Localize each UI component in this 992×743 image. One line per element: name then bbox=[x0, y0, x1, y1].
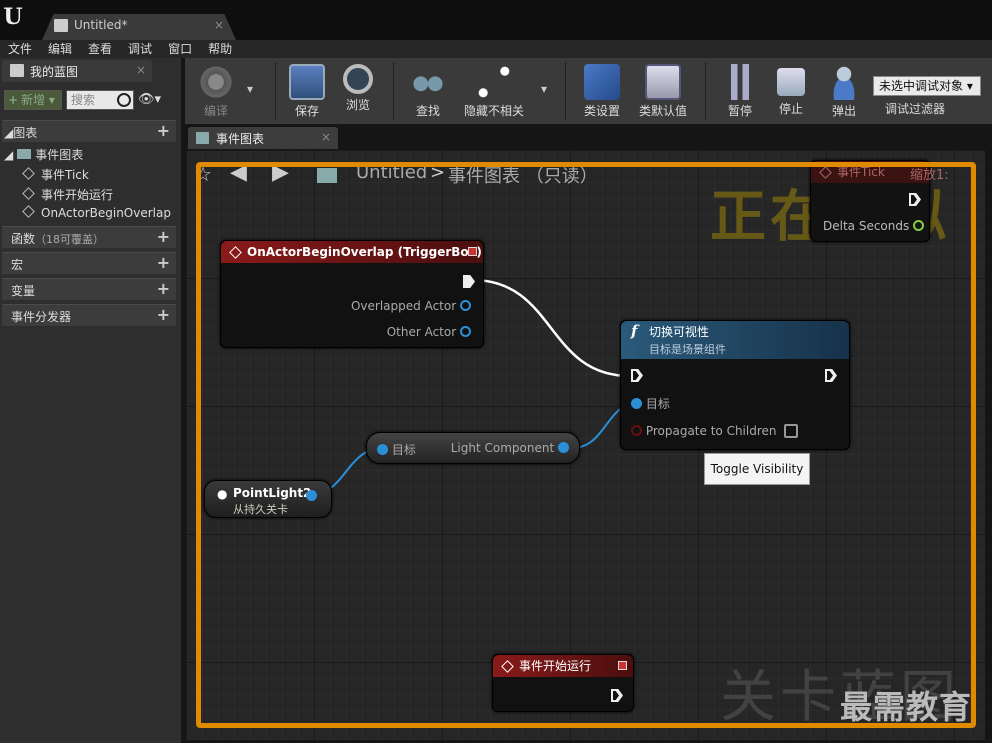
event-diamond-icon bbox=[22, 205, 35, 218]
menu-file[interactable]: 文件 bbox=[0, 40, 40, 58]
eject-label: 弹出 bbox=[831, 104, 856, 118]
eject-button[interactable]: 弹出 bbox=[821, 62, 867, 122]
section-variables-label: 变量 bbox=[11, 284, 36, 298]
stop-icon bbox=[777, 68, 805, 96]
tree-event-tick[interactable]: 事件Tick bbox=[22, 166, 89, 183]
tree-event-overlap[interactable]: OnActorBeginOverlap bbox=[22, 205, 171, 220]
menu-edit[interactable]: 编辑 bbox=[40, 40, 80, 58]
class-defaults-label: 类默认值 bbox=[638, 104, 687, 118]
stop-button[interactable]: 停止 bbox=[769, 62, 813, 122]
add-dispatcher-plus-icon[interactable]: + bbox=[157, 305, 170, 324]
toolbar-divider bbox=[275, 62, 276, 120]
view-options-eye-icon[interactable]: 👁▾ bbox=[138, 92, 168, 108]
compile-button[interactable]: 编译 bbox=[191, 62, 241, 122]
browse-label: 浏览 bbox=[345, 98, 370, 112]
section-functions-label: 函数（18可覆盖） bbox=[11, 232, 105, 246]
hide-unrelated-button[interactable]: 隐藏不相关 bbox=[459, 62, 529, 122]
toolbar: 编译 ▾ 保存 浏览 查找 隐藏不相关 ▾ 类设置 类默认值 暂停 停止 弹出 … bbox=[185, 58, 992, 124]
title-bar: U Untitled* × bbox=[0, 0, 992, 40]
search-placeholder: 搜索 bbox=[71, 93, 96, 107]
menu-view[interactable]: 查看 bbox=[80, 40, 120, 58]
graph-nodes-icon bbox=[476, 64, 512, 100]
my-blueprint-panel: 我的蓝图 × + 新增 ▾ 搜索 👁▾ ◢图表 + ◢ 事件图表 事件Tick 事… bbox=[0, 58, 181, 743]
class-settings-button[interactable]: 类设置 bbox=[577, 62, 627, 122]
add-function-plus-icon[interactable]: + bbox=[157, 227, 170, 246]
add-new-label: 新增 bbox=[21, 93, 46, 107]
book-icon bbox=[10, 64, 24, 77]
find-button[interactable]: 查找 bbox=[405, 62, 451, 122]
browse-button[interactable]: 浏览 bbox=[335, 62, 381, 122]
checklist-icon bbox=[645, 64, 681, 100]
graph-canvas[interactable]: 正在模拟 关卡蓝图 事件Tick Delta Seconds 缩放1: ☆ ◀ … bbox=[186, 150, 985, 740]
add-graph-plus-icon[interactable]: + bbox=[157, 121, 170, 140]
compile-label: 编译 bbox=[203, 104, 228, 118]
section-macros[interactable]: 宏 + bbox=[2, 252, 176, 274]
add-macro-plus-icon[interactable]: + bbox=[157, 253, 170, 272]
section-macros-label: 宏 bbox=[11, 258, 24, 272]
tree-event-beginplay[interactable]: 事件开始运行 bbox=[22, 186, 113, 203]
event-diamond-icon bbox=[22, 187, 35, 200]
tree-event-graph[interactable]: ◢ 事件图表 bbox=[4, 146, 83, 163]
pause-button[interactable]: 暂停 bbox=[715, 62, 765, 122]
eject-person-icon bbox=[826, 64, 862, 100]
section-functions[interactable]: 函数（18可覆盖） + bbox=[2, 226, 176, 248]
magnifier-icon bbox=[343, 64, 373, 94]
my-blueprint-tab-label: 我的蓝图 bbox=[30, 65, 79, 79]
tab-event-graph[interactable]: 事件图表 × bbox=[188, 127, 338, 149]
hide-unrelated-label: 隐藏不相关 bbox=[463, 104, 524, 118]
pause-icon bbox=[722, 64, 758, 100]
close-icon[interactable]: × bbox=[321, 130, 331, 144]
floppy-disk-icon bbox=[289, 64, 325, 100]
menu-help[interactable]: 帮助 bbox=[200, 40, 240, 58]
document-tab-label: Untitled* bbox=[74, 18, 128, 32]
close-icon[interactable]: × bbox=[136, 63, 146, 77]
my-blueprint-tab[interactable]: 我的蓝图 × bbox=[2, 60, 152, 82]
event-diamond-icon bbox=[22, 167, 35, 180]
debug-filter-label: 调试过滤器 bbox=[885, 102, 946, 116]
gear-icon bbox=[198, 64, 234, 100]
add-variable-plus-icon[interactable]: + bbox=[157, 279, 170, 298]
save-label: 保存 bbox=[294, 104, 319, 118]
search-icon bbox=[117, 93, 131, 107]
tab-event-graph-label: 事件图表 bbox=[216, 132, 265, 146]
watermark-text: 最需教育 bbox=[840, 688, 973, 726]
unreal-logo-icon: U bbox=[3, 4, 23, 30]
section-graphs[interactable]: ◢图表 + bbox=[2, 120, 176, 142]
binoculars-icon bbox=[410, 64, 446, 100]
search-input[interactable]: 搜索 bbox=[66, 90, 134, 110]
document-tab[interactable]: Untitled* × bbox=[42, 14, 236, 40]
hide-dropdown-chevron-down-icon[interactable]: ▾ bbox=[537, 82, 551, 142]
class-defaults-button[interactable]: 类默认值 bbox=[635, 62, 691, 122]
close-icon[interactable]: × bbox=[214, 18, 224, 32]
debug-object-value: 未选中调试对象 bbox=[879, 79, 964, 93]
toolbar-divider bbox=[393, 62, 394, 120]
menu-debug[interactable]: 调试 bbox=[120, 40, 160, 58]
add-new-button[interactable]: + 新增 ▾ bbox=[4, 90, 62, 110]
graph-icon bbox=[196, 132, 209, 144]
class-settings-label: 类设置 bbox=[583, 104, 620, 118]
section-dispatchers[interactable]: 事件分发器 + bbox=[2, 304, 176, 326]
section-variables[interactable]: 变量 + bbox=[2, 278, 176, 300]
menu-window[interactable]: 窗口 bbox=[160, 40, 200, 58]
blueprint-icon bbox=[54, 19, 68, 32]
debug-object-select[interactable]: 未选中调试对象 ▾ bbox=[873, 76, 981, 96]
plus-icon: + bbox=[8, 93, 19, 107]
pause-label: 暂停 bbox=[727, 104, 752, 118]
stop-label: 停止 bbox=[778, 102, 803, 116]
toolbar-divider bbox=[565, 62, 566, 120]
section-dispatchers-label: 事件分发器 bbox=[11, 310, 72, 324]
simulation-border bbox=[196, 162, 976, 728]
settings-gear-icon bbox=[584, 64, 620, 100]
menu-bar: 文件 编辑 查看 调试 窗口 帮助 bbox=[0, 40, 992, 58]
find-label: 查找 bbox=[415, 104, 440, 118]
section-graphs-label: ◢图表 bbox=[4, 126, 38, 140]
save-button[interactable]: 保存 bbox=[285, 62, 329, 122]
toolbar-divider bbox=[705, 62, 706, 120]
